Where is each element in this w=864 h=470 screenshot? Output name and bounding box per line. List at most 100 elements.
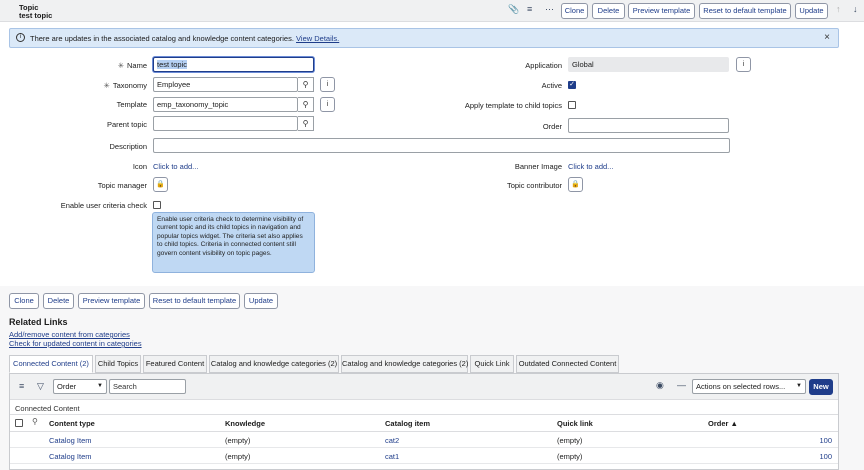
lock-icon[interactable]: 🔒 [153, 177, 168, 192]
list-caption: Connected Content [15, 404, 80, 413]
parent-topic-label: Parent topic [106, 120, 147, 129]
info-icon[interactable]: i [320, 97, 335, 112]
search-input[interactable]: Search [109, 379, 186, 394]
clone-button[interactable]: Clone [561, 3, 588, 19]
actions-value: Actions on selected rows... [696, 382, 786, 391]
icon-add-link[interactable]: Click to add... [153, 162, 198, 171]
col-catalog-item[interactable]: Catalog item [385, 419, 430, 428]
search-field-value: Order [57, 382, 77, 391]
paperclip-icon[interactable]: 📎 [508, 4, 519, 15]
tab-quick-link[interactable]: Quick Link [470, 355, 514, 373]
table-row: Catalog Item (empty) cat2 (empty) 100 [10, 432, 838, 448]
order-cell[interactable]: 100 [819, 436, 832, 445]
content-type-cell[interactable]: Catalog Item [49, 452, 92, 461]
tab-catalog-knowledge-categories[interactable]: Catalog and knowledge categories (2) [209, 355, 339, 373]
tab-child-topics[interactable]: Child Topics [95, 355, 141, 373]
apply-template-checkbox[interactable] [568, 101, 576, 109]
active-label: Active [541, 81, 562, 90]
icon-label: Icon [132, 162, 147, 171]
search-icon[interactable]: ⚲ [298, 116, 314, 131]
name-field[interactable]: test topic [153, 57, 314, 72]
banner-message: There are updates in the associated cata… [30, 34, 339, 43]
name-label-text: Name [126, 61, 147, 70]
form-header: Topic test topic 📎 ≡ ⋯ Clone Delete Prev… [0, 0, 864, 22]
preview-template-button[interactable]: Preview template [78, 293, 145, 309]
settings-sliders-icon[interactable]: ≡ [527, 4, 532, 14]
order-label: Order [542, 122, 562, 131]
quick-link-cell: (empty) [557, 436, 583, 445]
collapse-icon[interactable]: — [677, 380, 686, 390]
description-label: Description [109, 142, 147, 151]
filter-icon[interactable]: ▽ [37, 381, 44, 392]
reset-template-button[interactable]: Reset to default template [699, 3, 791, 19]
hamburger-menu-icon[interactable]: ≡ [19, 381, 24, 391]
taxonomy-field[interactable]: Employee [153, 77, 298, 92]
col-knowledge[interactable]: Knowledge [225, 419, 265, 428]
col-content-type[interactable]: Content type [49, 419, 95, 428]
banner-text: There are updates in the associated cata… [30, 34, 294, 43]
taxonomy-label: ✳ Taxonomy [104, 81, 147, 90]
select-all-checkbox[interactable] [15, 419, 23, 427]
more-icon[interactable]: ⋯ [545, 4, 554, 15]
delete-button[interactable]: Delete [592, 3, 625, 19]
connected-content-list: ≡ ▽ Order ▼ Search ◉ — Actions on selecte… [9, 373, 839, 470]
col-order[interactable]: Order ▲ [708, 419, 738, 428]
list-toolbar: ≡ ▽ Order ▼ Search ◉ — Actions on selecte… [10, 374, 838, 400]
knowledge-cell: (empty) [225, 436, 251, 445]
criteria-tooltip: Enable user criteria check to determine … [152, 212, 315, 273]
col-order-label: Order [708, 419, 729, 428]
update-banner: i There are updates in the associated ca… [9, 28, 839, 48]
info-icon[interactable]: i [736, 57, 751, 72]
application-label: Application [525, 61, 562, 70]
catalog-item-cell[interactable]: cat1 [385, 452, 399, 461]
template-label: Template [116, 100, 147, 109]
topic-manager-label: Topic manager [97, 181, 147, 190]
update-button[interactable]: Update [795, 3, 828, 19]
search-field-select[interactable]: Order ▼ [53, 379, 107, 394]
parent-topic-field[interactable] [153, 116, 298, 131]
content-type-cell[interactable]: Catalog Item [49, 436, 92, 445]
tab-catalog-knowledge-categories-2[interactable]: Catalog and knowledge categories (2) [341, 355, 468, 373]
reset-template-button[interactable]: Reset to default template [149, 293, 240, 309]
tab-outdated-connected-content[interactable]: Outdated Connected Content [516, 355, 619, 373]
check-updated-content-link[interactable]: Check for updated content in categories [9, 339, 142, 348]
clone-button[interactable]: Clone [9, 293, 39, 309]
view-details-link[interactable]: View Details. [296, 34, 339, 43]
banner-image-add-link[interactable]: Click to add... [568, 162, 613, 171]
arrow-down-icon[interactable]: ↓ [853, 4, 858, 14]
info-icon[interactable]: i [320, 77, 335, 92]
application-field: Global [568, 57, 729, 72]
arrow-up-icon[interactable]: ↑ [836, 4, 841, 14]
chevron-down-icon: ▼ [796, 383, 802, 389]
tab-featured-content[interactable]: Featured Content [143, 355, 207, 373]
template-field[interactable]: emp_taxonomy_topic [153, 97, 298, 112]
info-icon: i [16, 33, 25, 42]
required-icon: ✳ [103, 81, 110, 90]
close-icon[interactable]: × [824, 32, 830, 43]
delete-button[interactable]: Delete [43, 293, 74, 309]
enable-criteria-label: Enable user criteria check [60, 201, 147, 210]
search-icon[interactable]: ⚲ [32, 417, 38, 426]
order-field[interactable] [568, 118, 729, 133]
actions-select[interactable]: Actions on selected rows... ▼ [692, 379, 806, 394]
search-icon[interactable]: ⚲ [298, 97, 314, 112]
search-icon[interactable]: ⚲ [298, 77, 314, 92]
enable-criteria-checkbox[interactable] [153, 201, 161, 209]
update-button[interactable]: Update [244, 293, 278, 309]
add-remove-content-link[interactable]: Add/remove content from categories [9, 330, 130, 339]
record-name-title: test topic [19, 11, 53, 20]
tab-connected-content[interactable]: Connected Content (2) [9, 355, 93, 373]
col-quick-link[interactable]: Quick link [557, 419, 593, 428]
description-field[interactable] [153, 138, 730, 153]
name-label: ✳ Name [118, 61, 147, 70]
topic-contributor-label: Topic contributor [506, 181, 562, 190]
lock-icon[interactable]: 🔒 [568, 177, 583, 192]
order-cell[interactable]: 100 [819, 452, 832, 461]
catalog-item-cell[interactable]: cat2 [385, 436, 399, 445]
required-icon: ✳ [117, 61, 124, 70]
taxonomy-label-text: Taxonomy [112, 81, 147, 90]
new-button[interactable]: New [809, 379, 833, 395]
preview-template-button[interactable]: Preview template [628, 3, 695, 19]
active-checkbox[interactable]: ✓ [568, 81, 576, 89]
settings-icon[interactable]: ◉ [656, 380, 664, 391]
